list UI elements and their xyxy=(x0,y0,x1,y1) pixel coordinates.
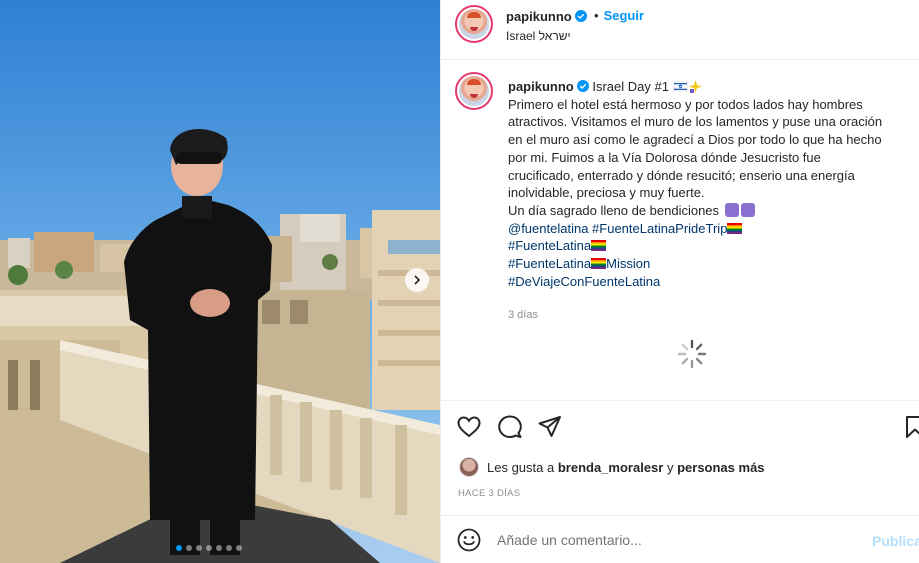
caption-body-line: Primero el hotel está hermoso y por todo… xyxy=(508,96,863,112)
carousel-dot xyxy=(186,545,192,551)
verified-icon xyxy=(574,10,587,22)
carousel-dot xyxy=(216,545,222,551)
carousel-dot xyxy=(196,545,202,551)
hashtag-link[interactable]: #DeViajeConFuenteLatina xyxy=(508,274,660,289)
likes-summary: Les gusta a brenda_moralesr y personas m… xyxy=(459,457,765,477)
separator-bullet: • xyxy=(594,8,599,23)
follow-row: • Seguir xyxy=(594,8,644,23)
liker-avatar[interactable] xyxy=(459,457,479,477)
follow-button[interactable]: Seguir xyxy=(604,8,644,23)
caption-body-line: en el muro así como le agradecí a Dios p… xyxy=(508,132,882,148)
hashtag-link-suffix[interactable]: Mission xyxy=(606,256,650,271)
cross-emoji-icon xyxy=(724,202,739,217)
caption-body-line: crucificado, enterrado y dónde resucitó;… xyxy=(508,167,855,183)
caption-timestamp[interactable]: 3 días xyxy=(508,309,538,321)
caption-first-line: papikunno Israel Day #1 xyxy=(508,78,908,96)
comment-icon[interactable] xyxy=(497,414,523,440)
loading-spinner-icon xyxy=(677,339,707,369)
caption-blessing-line: Un día sagrado lleno de bendiciones xyxy=(508,202,908,220)
instagram-post: papikunno • Seguir Israel ישראל papikunno… xyxy=(0,0,919,563)
caption-blessing: Un día sagrado lleno de bendiciones xyxy=(508,202,720,218)
hashtag-link[interactable]: #FuenteLatina xyxy=(508,256,591,271)
mention-link[interactable]: @fuentelatina xyxy=(508,221,588,236)
caption-hashtag-line: #DeViajeConFuenteLatina xyxy=(508,273,908,291)
caption-hashtag-line: #FuenteLatina Mission xyxy=(508,255,908,273)
post-location[interactable]: Israel ישראל xyxy=(506,29,571,43)
likes-connector: y xyxy=(666,459,674,475)
caption-mentions-line: @fuentelatina #FuenteLatinaPrideTrip xyxy=(508,220,908,238)
carousel-dot xyxy=(236,545,242,551)
hashtag-link[interactable]: #FuenteLatinaPrideTrip xyxy=(592,221,727,236)
post-header: papikunno • Seguir Israel ישראל xyxy=(441,0,919,60)
post-date[interactable]: HACE 3 DÍAS xyxy=(458,488,520,499)
emoji-icon[interactable] xyxy=(457,528,481,552)
caption-hashtag-line: #FuenteLatina xyxy=(508,237,908,255)
rainbow-flag-icon xyxy=(727,222,743,234)
carousel-dot xyxy=(206,545,212,551)
rainbow-flag-icon xyxy=(591,240,607,252)
caption-area: papikunno Israel Day #1 Primero el hotel… xyxy=(441,60,919,400)
comment-bar: Publica xyxy=(441,515,919,563)
author-username-row: papikunno xyxy=(506,9,587,24)
carousel-dot xyxy=(176,545,182,551)
caption-body-line: inolvidable, preciosa y muy fuerte. xyxy=(508,185,705,201)
caption-username[interactable]: papikunno xyxy=(508,79,574,94)
likes-others-link[interactable]: personas más xyxy=(677,460,764,475)
post-comment-button[interactable]: Publica xyxy=(872,533,919,549)
heart-icon[interactable] xyxy=(456,414,482,440)
post-photo xyxy=(0,0,440,563)
praying-emoji-icon xyxy=(740,202,755,217)
post-media[interactable] xyxy=(0,0,440,563)
share-icon[interactable] xyxy=(537,414,563,440)
chevron-right-icon xyxy=(414,275,421,285)
bookmark-icon[interactable] xyxy=(902,414,919,440)
carousel-dot xyxy=(226,545,232,551)
author-username[interactable]: papikunno xyxy=(506,9,572,24)
caption-title: Israel Day #1 xyxy=(592,79,669,94)
likes-prefix: Les gusta a xyxy=(487,459,555,475)
hashtag-link[interactable]: #FuenteLatina xyxy=(508,238,591,253)
caption: papikunno Israel Day #1 Primero el hotel… xyxy=(508,78,908,290)
sparkle-emoji-icon xyxy=(688,80,702,93)
verified-icon xyxy=(576,80,589,92)
liker-username[interactable]: brenda_moralesr xyxy=(558,460,664,475)
author-avatar[interactable] xyxy=(455,5,493,43)
carousel-indicator xyxy=(176,545,242,551)
comment-input[interactable] xyxy=(497,529,837,551)
caption-body-line: por mi. Fuimos a la Vía Dolorosa dónde J… xyxy=(508,149,821,165)
post-actions: Les gusta a brenda_moralesr y personas m… xyxy=(441,400,919,515)
caption-author-avatar[interactable] xyxy=(455,72,493,110)
rainbow-flag-icon xyxy=(591,258,607,270)
carousel-next-button[interactable] xyxy=(405,268,429,292)
caption-body-line: atractivos. Visitamos el muro de los lam… xyxy=(508,114,883,130)
flag-emoji-icon xyxy=(673,81,687,92)
post-side-panel: papikunno • Seguir Israel ישראל papikunno… xyxy=(440,0,919,563)
